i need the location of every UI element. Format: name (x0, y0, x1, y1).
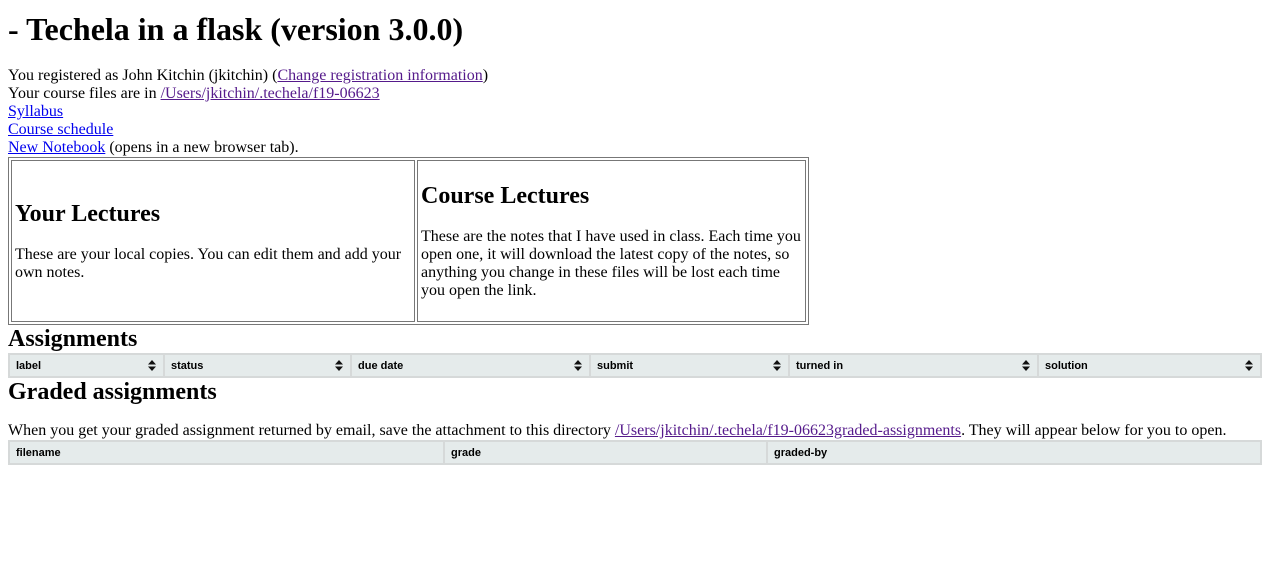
syllabus-line: Syllabus (8, 103, 1260, 121)
column-header-solution[interactable]: solution (1039, 355, 1260, 376)
new-notebook-line: New Notebook (opens in a new browser tab… (8, 139, 1260, 157)
sort-arrows-icon[interactable] (1245, 360, 1253, 371)
column-header-status[interactable]: status (165, 355, 352, 376)
course-files-prefix: Your course files are in (8, 85, 161, 102)
page: - Techela in a flask (version 3.0.0) You… (0, 11, 1268, 465)
graded-header-row: filename grade graded-by (10, 442, 1260, 463)
sort-arrows-icon[interactable] (335, 360, 343, 371)
sort-arrows-icon[interactable] (773, 360, 781, 371)
column-header-due-date[interactable]: due date (352, 355, 591, 376)
graded-text-suffix: . They will appear below for you to open… (961, 422, 1227, 439)
your-lectures-cell: Your Lectures These are your local copie… (11, 160, 415, 322)
schedule-line: Course schedule (8, 121, 1260, 139)
column-header-grade[interactable]: grade (445, 442, 768, 463)
new-notebook-link[interactable]: New Notebook (8, 139, 105, 156)
assignments-header-row: label status due date submit turned in s… (10, 355, 1260, 376)
new-notebook-suffix: (opens in a new browser tab). (105, 139, 299, 156)
your-lectures-description: These are your local copies. You can edi… (15, 246, 402, 281)
course-lectures-description: These are the notes that I have used in … (421, 228, 801, 299)
registration-line: You registered as John Kitchin (jkitchin… (8, 67, 1260, 85)
column-header-filename[interactable]: filename (10, 442, 445, 463)
sort-arrows-icon[interactable] (574, 360, 582, 371)
page-title: - Techela in a flask (version 3.0.0) (8, 11, 464, 47)
change-registration-link[interactable]: Change registration information (277, 67, 482, 84)
column-header-turned-in[interactable]: turned in (790, 355, 1039, 376)
graded-instructions: When you get your graded assignment retu… (8, 422, 1260, 440)
syllabus-link[interactable]: Syllabus (8, 103, 63, 120)
graded-table: filename grade graded-by (8, 440, 1262, 465)
column-header-label[interactable]: label (10, 355, 165, 376)
course-lectures-cell: Course Lectures These are the notes that… (417, 160, 806, 322)
course-files-line: Your course files are in /Users/jkitchin… (8, 85, 1260, 103)
course-files-link[interactable]: /Users/jkitchin/.techela/f19-06623 (161, 85, 380, 102)
registration-prefix: You registered as John Kitchin (jkitchin… (8, 67, 278, 84)
assignments-table: label status due date submit turned in s… (8, 353, 1262, 378)
course-schedule-link[interactable]: Course schedule (8, 121, 113, 138)
your-lectures-heading: Your Lectures (15, 201, 161, 227)
sort-arrows-icon[interactable] (1022, 360, 1030, 371)
assignments-heading: Assignments (8, 326, 138, 352)
sort-arrows-icon[interactable] (148, 360, 156, 371)
column-header-submit[interactable]: submit (591, 355, 790, 376)
column-header-graded-by[interactable]: graded-by (768, 442, 1260, 463)
graded-assignments-heading: Graded assignments (8, 379, 217, 405)
graded-directory-link[interactable]: /Users/jkitchin/.techela/f19-06623graded… (615, 422, 961, 439)
lectures-table: Your Lectures These are your local copie… (8, 157, 809, 325)
graded-text-prefix: When you get your graded assignment retu… (8, 422, 615, 439)
course-lectures-heading: Course Lectures (421, 183, 590, 209)
registration-suffix: ) (482, 67, 489, 84)
